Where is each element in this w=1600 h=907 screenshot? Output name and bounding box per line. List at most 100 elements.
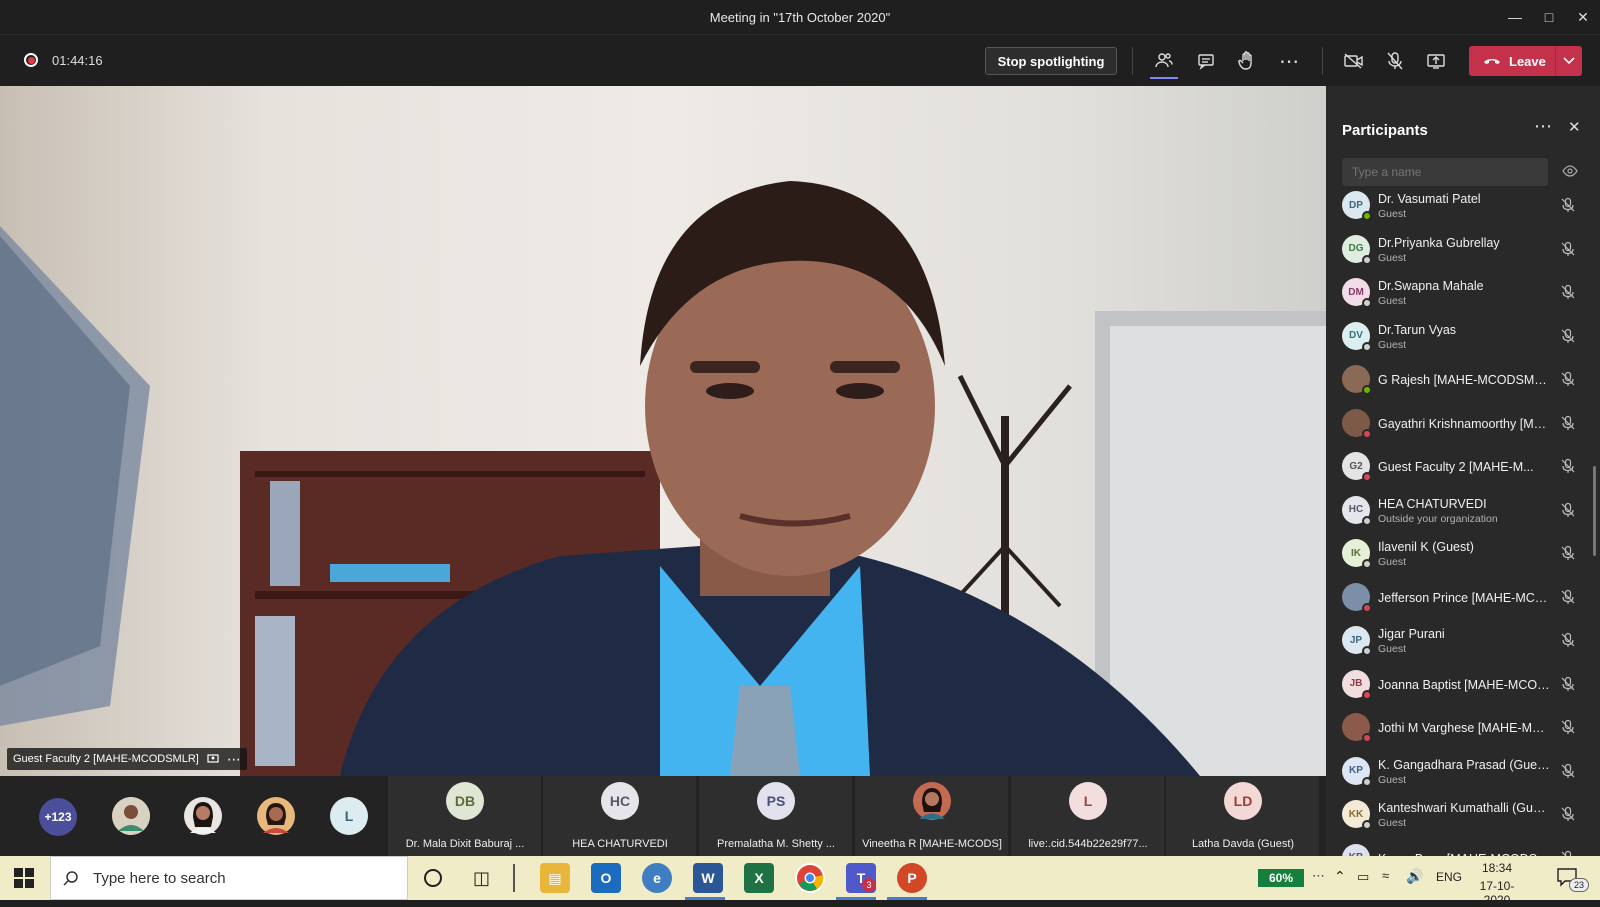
- participant-role: Guest: [1378, 208, 1407, 220]
- tile-avatar: HC: [601, 782, 639, 820]
- show-hidden-icons-chevron-icon[interactable]: ⌃: [1334, 868, 1346, 885]
- clock-date[interactable]: 17-10-2020: [1467, 879, 1527, 907]
- close-window-icon[interactable]: ✕: [1566, 0, 1600, 34]
- participant-row[interactable]: KP K. Gangadhara Prasad (Guest) Guest: [1326, 750, 1600, 793]
- mic-muted-icon[interactable]: [1560, 415, 1576, 431]
- battery-icon[interactable]: ▭: [1357, 869, 1369, 885]
- leave-options-chevron-icon[interactable]: [1556, 46, 1582, 76]
- mic-muted-icon[interactable]: [1560, 284, 1576, 300]
- participant-row[interactable]: HC HEA CHATURVEDI Outside your organizatio…: [1326, 489, 1600, 532]
- mic-muted-icon[interactable]: [1560, 502, 1576, 518]
- chat-icon[interactable]: [1192, 47, 1220, 75]
- participant-name: Dr. Vasumati Patel: [1378, 192, 1481, 206]
- tile-name: Premalatha M. Shetty ...: [717, 838, 835, 850]
- participant-role: Outside your organization: [1378, 512, 1498, 525]
- avatar[interactable]: [112, 797, 150, 835]
- spotlight-name-label: Guest Faculty 2 [MAHE-MCODSMLR] ⋯: [7, 748, 247, 770]
- teams-badge: 3: [862, 878, 876, 892]
- participant-row[interactable]: KBKaren Boaz [MAHE-MCODSM...: [1326, 837, 1600, 856]
- mic-muted-icon[interactable]: [1560, 632, 1576, 648]
- tile-name: Dr. Mala Dixit Baburaj ...: [405, 838, 525, 850]
- participant-tile[interactable]: LD Latha Davda (Guest): [1166, 776, 1320, 856]
- mic-muted-icon[interactable]: [1560, 197, 1576, 213]
- participant-row[interactable]: DG Dr.Priyanka Gubrellay Guest: [1326, 228, 1600, 271]
- avatar-l[interactable]: L: [330, 797, 368, 835]
- mic-muted-icon[interactable]: [1560, 589, 1576, 605]
- visibility-icon[interactable]: [1562, 164, 1578, 183]
- wifi-icon[interactable]: ≈: [1382, 868, 1389, 883]
- mic-muted-icon[interactable]: [1560, 458, 1576, 474]
- avatar[interactable]: [257, 797, 295, 835]
- network-icon[interactable]: ⋯: [1312, 868, 1325, 884]
- file-explorer-icon[interactable]: ▤: [540, 863, 570, 893]
- participant-tile[interactable]: PS Premalatha M. Shetty ...: [699, 776, 853, 856]
- mic-muted-icon[interactable]: [1560, 676, 1576, 692]
- mic-muted-icon[interactable]: [1560, 328, 1576, 344]
- participant-row[interactable]: DM Dr.Swapna Mahale Guest: [1326, 271, 1600, 314]
- raise-hand-icon[interactable]: [1233, 47, 1261, 75]
- minimize-icon[interactable]: —: [1498, 0, 1532, 34]
- outlook-icon[interactable]: O: [591, 863, 621, 893]
- mic-muted-icon[interactable]: [1560, 545, 1576, 561]
- windows-taskbar: Type here to search ◫ ▤ O e W X T 3 P 60…: [0, 856, 1600, 907]
- mic-muted-icon[interactable]: [1560, 241, 1576, 257]
- maximize-icon[interactable]: □: [1532, 0, 1566, 34]
- powerpoint-icon[interactable]: P: [897, 863, 927, 893]
- participant-row[interactable]: DV Dr.Tarun Vyas Guest: [1326, 315, 1600, 358]
- participant-row[interactable]: JP Jigar Purani Guest: [1326, 619, 1600, 662]
- leave-button[interactable]: Leave: [1469, 46, 1582, 76]
- participant-row[interactable]: JB Joanna Baptist [MAHE-MCODS]: [1326, 663, 1600, 706]
- participant-row[interactable]: KK Kanteshwari Kumathalli (Guest) Guest: [1326, 793, 1600, 836]
- participant-row[interactable]: G Rajesh [MAHE-MCODSMLR]: [1326, 358, 1600, 401]
- participants-icon[interactable]: [1150, 47, 1178, 75]
- volume-icon[interactable]: 🔊: [1406, 868, 1423, 885]
- presence-status-icon: [1362, 689, 1372, 700]
- participant-row[interactable]: G2 Guest Faculty 2 [MAHE-M...: [1326, 445, 1600, 488]
- participant-tile[interactable]: HC HEA CHATURVEDI: [543, 776, 697, 856]
- mic-muted-icon[interactable]: [1560, 719, 1576, 735]
- stop-spotlighting-button[interactable]: Stop spotlighting: [985, 47, 1117, 75]
- camera-off-icon[interactable]: [1340, 47, 1368, 75]
- presence-status-icon: [1362, 733, 1372, 743]
- word-icon[interactable]: W: [693, 863, 723, 893]
- participant-row[interactable]: Jothi M Varghese [MAHE-MC...: [1326, 706, 1600, 749]
- mic-muted-icon[interactable]: [1560, 371, 1576, 387]
- scrollbar[interactable]: [1593, 466, 1596, 556]
- participant-row[interactable]: DP Dr. Vasumati Patel Guest: [1326, 184, 1600, 227]
- mic-off-icon[interactable]: [1381, 47, 1409, 75]
- cortana-icon[interactable]: [424, 869, 442, 887]
- avatar[interactable]: [184, 797, 222, 835]
- participant-tile[interactable]: L live:.cid.544b22e29f77...: [1011, 776, 1165, 856]
- participant-row[interactable]: Jefferson Prince [MAHE-MCO...: [1326, 576, 1600, 619]
- participant-name: HEA CHATURVEDI: [1378, 496, 1487, 511]
- clock-time[interactable]: 18:34: [1467, 861, 1527, 875]
- more-options-icon[interactable]: ⋯: [1275, 47, 1303, 75]
- participant-row[interactable]: Gayathri Krishnamoorthy [MA...: [1326, 402, 1600, 445]
- participant-name: Guest Faculty 2 [MAHE-M...: [1378, 460, 1534, 474]
- task-view-icon[interactable]: ◫: [473, 868, 490, 889]
- participant-row[interactable]: IK Ilavenil K (Guest) Guest: [1326, 532, 1600, 575]
- participant-tile[interactable]: Vineetha R [MAHE-MCODS]: [855, 776, 1009, 856]
- more-options-icon[interactable]: ⋯: [227, 751, 241, 768]
- browser-icon[interactable]: e: [642, 863, 672, 893]
- overflow-participants-button[interactable]: +123: [39, 798, 77, 836]
- participant-name: Jothi M Varghese [MAHE-MC...: [1378, 721, 1550, 735]
- panel-close-icon[interactable]: ✕: [1568, 118, 1581, 136]
- presence-status-icon: [1362, 515, 1372, 526]
- taskbar-search-placeholder: Type here to search: [93, 869, 226, 887]
- language-indicator[interactable]: ENG: [1436, 870, 1462, 884]
- taskbar-search-box[interactable]: Type here to search: [50, 856, 408, 900]
- taskbar-divider: [513, 864, 515, 892]
- presence-status-icon: [1362, 428, 1372, 439]
- participant-role: Guest: [1378, 338, 1407, 351]
- mic-muted-icon[interactable]: [1560, 806, 1576, 822]
- mic-muted-icon[interactable]: [1560, 763, 1576, 779]
- windows-start-icon[interactable]: [14, 868, 34, 893]
- toolbar-divider: [1132, 47, 1133, 75]
- participant-search-input[interactable]: [1342, 158, 1548, 186]
- excel-icon[interactable]: X: [744, 863, 774, 893]
- chrome-icon[interactable]: [795, 863, 825, 893]
- participant-tile[interactable]: DB Dr. Mala Dixit Baburaj ...: [388, 776, 542, 856]
- panel-more-options-icon[interactable]: ⋯: [1534, 116, 1552, 137]
- share-screen-icon[interactable]: [1422, 47, 1450, 75]
